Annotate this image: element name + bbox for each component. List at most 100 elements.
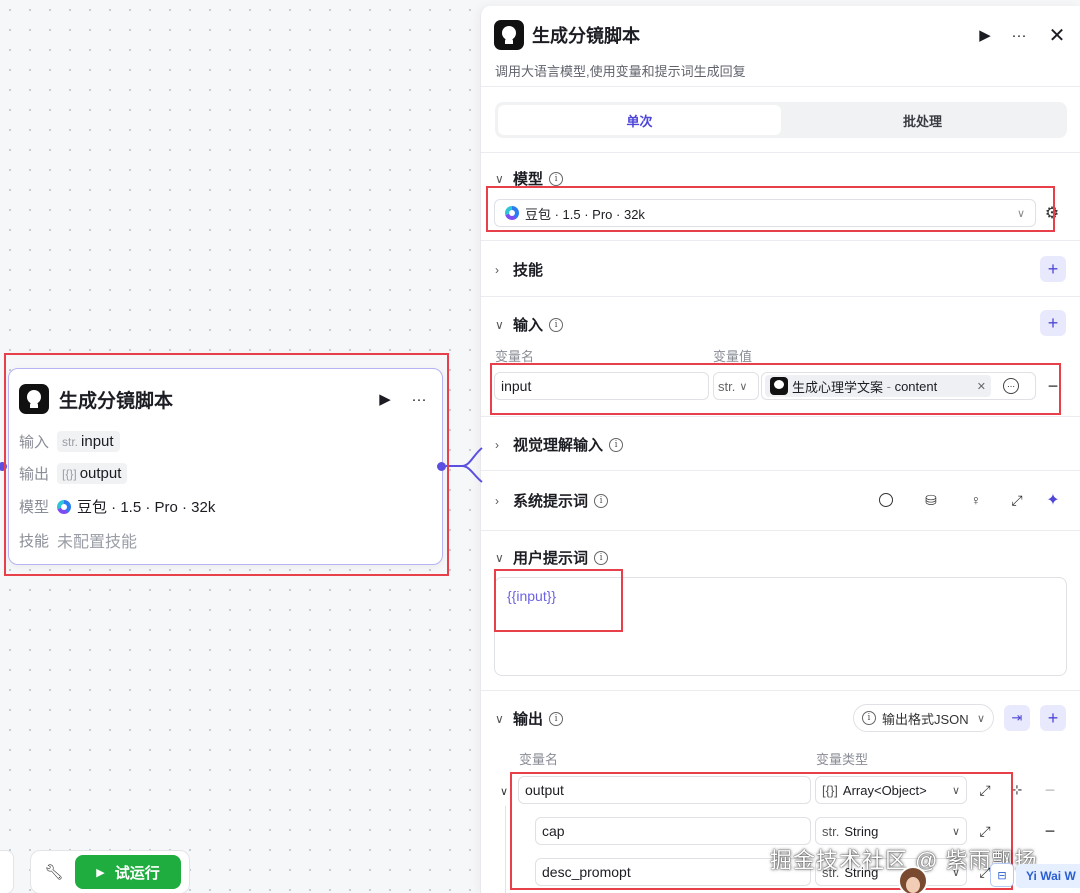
- library-icon[interactable]: ⛁: [920, 489, 942, 511]
- info-icon: i: [862, 711, 876, 725]
- output-row-name-field[interactable]: output: [518, 776, 811, 804]
- output-row-type: String: [844, 823, 879, 839]
- node-input-chip: str. input: [57, 431, 120, 452]
- mode-tabs: 单次 批处理: [495, 102, 1067, 138]
- chevron-down-icon: ∨: [951, 784, 960, 797]
- output-row-name-field[interactable]: cap: [535, 817, 811, 845]
- input-var-type-select[interactable]: str. ∨: [713, 372, 759, 400]
- info-icon: i: [549, 171, 564, 186]
- doubao-model-icon: [505, 206, 519, 220]
- panel-title: 生成分镜脚本: [532, 26, 640, 46]
- str-type-icon: str.: [822, 823, 840, 839]
- node-skills-value: 未配置技能: [57, 534, 138, 551]
- system-prompt-section-label: 系统提示词: [513, 493, 589, 510]
- user-prompt-section-label: 用户提示词: [513, 550, 589, 567]
- user-prompt-editor[interactable]: {{input}}: [494, 577, 1067, 676]
- add-child-icon[interactable]: ⊹: [1006, 779, 1028, 801]
- output-col-name: 变量名: [519, 752, 559, 767]
- chevron-down-icon: ∨: [495, 711, 504, 726]
- add-skill-button[interactable]: +: [1040, 256, 1066, 282]
- bottom-toolbar: 🔧︎ ▶ 试运行: [30, 850, 190, 893]
- play-icon: ▶: [96, 866, 105, 879]
- chevron-down-icon: ∨: [976, 712, 985, 725]
- system-prompt-section-header[interactable]: › 系统提示词 i: [495, 490, 609, 511]
- clear-icon[interactable]: ✕: [977, 380, 986, 393]
- chevron-down-icon: ∨: [495, 171, 504, 186]
- output-row-name: output: [525, 782, 564, 798]
- model-select[interactable]: 豆包 · 1.5 · Pro · 32k ∨: [494, 199, 1036, 227]
- chevron-down-icon[interactable]: ∨: [493, 780, 515, 802]
- remove-input-icon[interactable]: −: [1042, 375, 1064, 397]
- panel-logo-icon: [494, 20, 524, 50]
- wrench-icon[interactable]: 🔧︎: [39, 863, 69, 881]
- output-row-type-select[interactable]: [{}] Array<Object> ∨: [815, 776, 967, 804]
- user-prompt-text: {{input}}: [507, 588, 557, 604]
- expand-icon[interactable]: ⤢: [1006, 489, 1028, 511]
- model-settings-icon[interactable]: ⚙: [1041, 202, 1063, 224]
- connection-edge: [446, 447, 483, 483]
- node-title: 生成分镜脚本: [59, 390, 174, 412]
- output-row-name: cap: [542, 823, 565, 839]
- input-section-label: 输入: [513, 317, 544, 334]
- test-run-button[interactable]: ▶ 试运行: [75, 855, 181, 889]
- node-input-port[interactable]: [0, 462, 7, 471]
- node-config-panel: 生成分镜脚本 ▶ ··· ✕ 调用大语言模型,使用变量和提示词生成回复 单次 批…: [480, 6, 1080, 893]
- array-object-type-icon: [{}]: [62, 466, 77, 481]
- chevron-down-icon: ∨: [495, 550, 504, 565]
- tab-batch[interactable]: 批处理: [781, 105, 1064, 135]
- chevron-down-icon: ∨: [495, 317, 504, 332]
- compass-icon[interactable]: [875, 489, 897, 511]
- play-icon[interactable]: ▶: [372, 386, 398, 412]
- output-col-type: 变量类型: [816, 752, 869, 767]
- toolbar-left-edge[interactable]: [0, 850, 14, 893]
- info-icon: i: [549, 317, 564, 332]
- remove-output-icon[interactable]: −: [1039, 820, 1061, 842]
- ref-node-icon: [770, 377, 788, 395]
- chevron-right-icon: ›: [495, 437, 499, 452]
- ai-sparkle-icon[interactable]: ✦: [1042, 489, 1064, 511]
- lightbulb-icon[interactable]: ♀: [965, 489, 987, 511]
- user-name-tag: Yi Wai W: [1016, 864, 1080, 888]
- expand-icon[interactable]: ⤢: [974, 779, 996, 801]
- output-row-type: Array<Object>: [842, 782, 927, 798]
- output-row-type-select[interactable]: str. String ∨: [815, 817, 967, 845]
- tab-single[interactable]: 单次: [498, 105, 781, 135]
- input-var-name-value: input: [501, 378, 532, 394]
- chevron-down-icon: ∨: [739, 380, 748, 393]
- remove-output-icon[interactable]: −: [1039, 779, 1061, 801]
- model-section-label: 模型: [513, 171, 544, 188]
- expand-icon[interactable]: ⤢: [974, 820, 996, 842]
- more-icon[interactable]: ···: [406, 386, 432, 412]
- str-type-icon: str.: [62, 434, 79, 449]
- panel-description: 调用大语言模型,使用变量和提示词生成回复: [495, 64, 746, 79]
- output-format-select[interactable]: i 输出格式JSON ∨: [853, 704, 994, 732]
- variable-picker-icon[interactable]: ⋯: [1003, 378, 1019, 394]
- play-icon[interactable]: ▶: [972, 22, 998, 48]
- input-var-name-field[interactable]: input: [494, 372, 709, 400]
- output-row-name: desc_promopt: [542, 864, 631, 880]
- info-icon: i: [549, 711, 564, 726]
- input-var-value-field[interactable]: 生成心理学文案 - content ✕ ⋯: [761, 372, 1036, 400]
- close-icon[interactable]: ✕: [1044, 22, 1070, 48]
- add-input-button[interactable]: +: [1040, 310, 1066, 336]
- node-input-label: 输入: [19, 434, 50, 451]
- visual-input-section-header[interactable]: › 视觉理解输入 i: [495, 434, 624, 455]
- info-icon: i: [594, 550, 609, 565]
- ref-separator: -: [883, 378, 895, 394]
- add-output-button[interactable]: +: [1040, 705, 1066, 731]
- input-section-header[interactable]: ∨ 输入 i: [495, 314, 564, 335]
- node-output-port[interactable]: [437, 462, 446, 471]
- chevron-down-icon: ∨: [951, 825, 960, 838]
- llm-node-card[interactable]: 生成分镜脚本 ▶ ··· 输入 str. input 输出 [{}] outpu…: [8, 368, 443, 565]
- model-section-header[interactable]: ∨ 模型 i: [495, 168, 564, 189]
- output-section-header[interactable]: ∨ 输出 i: [495, 708, 564, 729]
- user-prompt-section-header[interactable]: ∨ 用户提示词 i: [495, 547, 609, 568]
- more-icon[interactable]: ···: [1006, 22, 1032, 48]
- input-col-name: 变量名: [495, 349, 535, 364]
- node-skills-label: 技能: [19, 532, 50, 550]
- skills-section-header[interactable]: › 技能: [495, 259, 543, 280]
- node-input-name: input: [81, 433, 114, 450]
- note-icon: ⊟: [990, 863, 1014, 887]
- avatar: [898, 866, 928, 893]
- import-output-button[interactable]: ⇥: [1004, 705, 1030, 731]
